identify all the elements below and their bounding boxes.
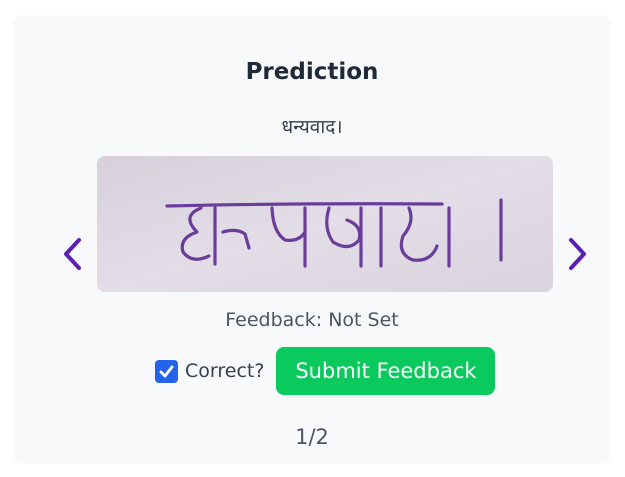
page-indicator: 1/2 [295,425,329,449]
feedback-status: Feedback: Not Set [225,309,399,331]
checkmark-icon [159,365,174,377]
chevron-right-icon [569,238,586,270]
prediction-card: Prediction धन्यवाद। Feedback: Not Set Co… [13,15,611,464]
correct-checkbox[interactable] [155,359,178,383]
card-title: Prediction [245,59,379,85]
prediction-text: धन्यवाद। [281,116,343,138]
handwriting-sample [97,156,553,292]
correct-label: Correct? [185,360,265,382]
chevron-left-icon [64,238,81,270]
submit-feedback-button[interactable]: Submit Feedback [276,347,496,395]
next-button[interactable] [565,236,591,272]
feedback-controls: Correct? Submit Feedback [155,347,496,395]
previous-button[interactable] [59,236,85,272]
handwriting-image [97,156,553,292]
